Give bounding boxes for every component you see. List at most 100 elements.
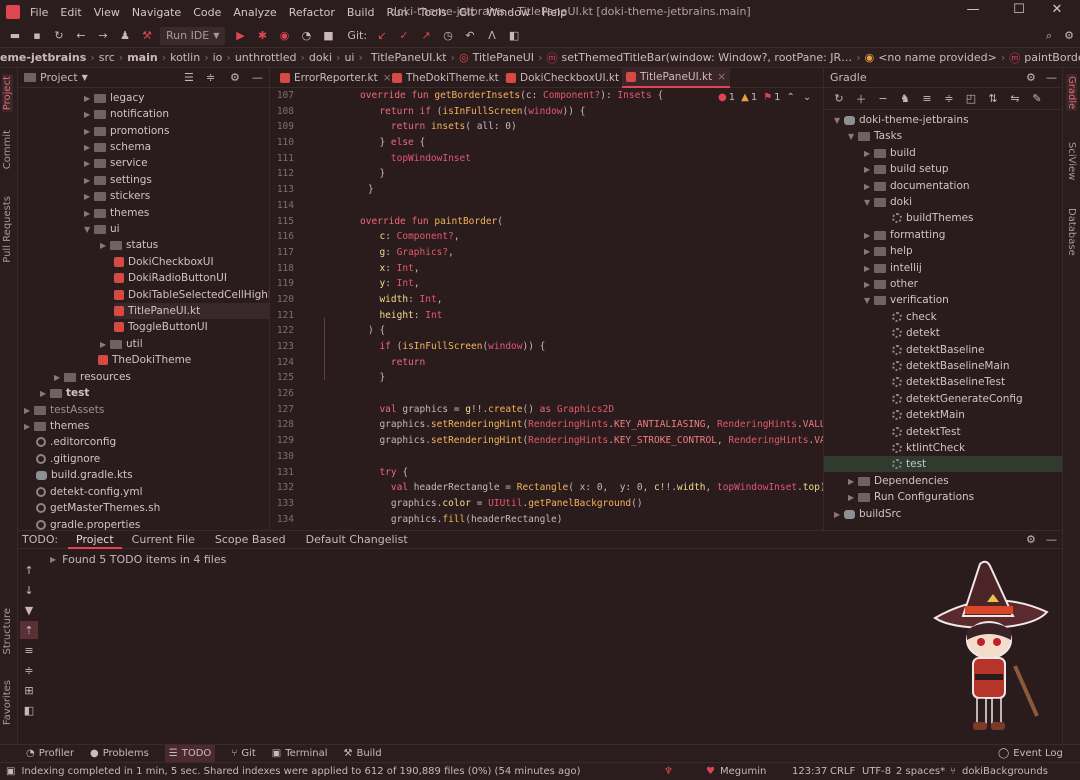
code-line[interactable]: override fun paintBorder( xyxy=(360,214,823,230)
tree-node[interactable]: gradle.properties xyxy=(36,517,140,530)
code-line[interactable] xyxy=(360,449,823,465)
code-editor[interactable]: ErrorReporter.kt× TheDokiTheme.kt× DokiC… xyxy=(270,68,823,530)
arrow-down-icon[interactable]: ↓ xyxy=(20,581,38,599)
user-icon[interactable]: ♟ xyxy=(116,27,134,45)
tool-tab-database[interactable]: Database xyxy=(1066,208,1077,256)
menu-build[interactable]: Build xyxy=(347,6,375,19)
cursor-position[interactable]: 123:37 xyxy=(792,766,827,777)
refresh-icon[interactable]: ↻ xyxy=(50,27,68,45)
tree-node[interactable]: ▶ promotions xyxy=(84,123,169,139)
code-line[interactable]: val headerRectangle = Rectangle( x: 0, y… xyxy=(360,480,823,496)
tree-node[interactable]: build.gradle.kts xyxy=(36,467,133,483)
gradle-task[interactable]: detektTest xyxy=(892,424,961,440)
expand-all-icon[interactable]: ≡ xyxy=(20,641,38,659)
tool-button-event-log[interactable]: ◯ Event Log xyxy=(998,748,1063,759)
tree-node[interactable]: ▶ test xyxy=(40,385,89,401)
gradle-node[interactable]: ▼ Tasks xyxy=(848,128,902,144)
todo-tab-scope-based[interactable]: Scope Based xyxy=(205,533,296,546)
file-encoding[interactable]: UTF-8 xyxy=(862,766,891,777)
minimize-button[interactable]: — xyxy=(950,2,996,22)
tree-node[interactable]: ▶ testAssets xyxy=(24,402,104,418)
gradle-task[interactable]: detektMain xyxy=(892,407,965,423)
save-icon[interactable]: ▪ xyxy=(28,27,46,45)
remove-icon[interactable]: − xyxy=(874,90,892,108)
code-line[interactable]: g: Graphics?, xyxy=(360,245,823,261)
editor-tab[interactable]: DokiCheckboxUI.kt× xyxy=(502,68,637,88)
gradle-node[interactable]: ▶ intellij xyxy=(864,260,922,276)
tree-node[interactable]: ▶ stickers xyxy=(84,188,150,204)
gradle-node[interactable]: ▼ verification xyxy=(864,292,949,308)
git-commit-icon[interactable]: ✓ xyxy=(395,27,413,45)
run-icon[interactable]: ▶ xyxy=(231,27,249,45)
todo-tab-current-file[interactable]: Current File xyxy=(122,533,205,546)
project-panel-title[interactable]: Project xyxy=(40,71,78,84)
code-line[interactable]: if (isInFullScreen(window)) { xyxy=(360,339,823,355)
tree-node[interactable]: getMasterThemes.sh xyxy=(36,500,160,516)
breadcrumb-item[interactable]: ui xyxy=(344,51,354,64)
reload-icon[interactable]: ↻ xyxy=(830,90,848,108)
chevron-down-icon[interactable]: ▼ xyxy=(82,73,88,82)
code-line[interactable]: width: Int, xyxy=(360,292,823,308)
history-icon[interactable]: ◷ xyxy=(439,27,457,45)
filter-icon[interactable]: ▼ xyxy=(20,601,38,619)
code-line[interactable]: } xyxy=(360,182,823,198)
link-icon[interactable]: ⇅ xyxy=(984,90,1002,108)
breadcrumb-item[interactable]: paintBorder(c: Component?, g: Graphics?,… xyxy=(1024,51,1080,64)
gradle-task[interactable]: ktlintCheck xyxy=(892,440,965,456)
theme-name[interactable]: Megumin xyxy=(720,766,766,777)
tool-button-todo[interactable]: ☰ TODO xyxy=(164,745,216,762)
tree-node[interactable]: .gitignore xyxy=(36,451,100,467)
code-line[interactable]: graphics.fill(headerRectangle) xyxy=(360,512,823,528)
code-line[interactable]: } xyxy=(360,166,823,182)
tool-button-profiler[interactable]: ◔ Profiler xyxy=(26,748,74,759)
code-line[interactable]: return xyxy=(360,355,823,371)
tree-node[interactable]: detekt-config.yml xyxy=(36,484,143,500)
settings-icon[interactable]: ⚙ xyxy=(1026,533,1036,546)
breadcrumb-item[interactable]: eme-jetbrains xyxy=(0,51,86,64)
breadcrumb-item[interactable]: src xyxy=(99,51,115,64)
tree-node[interactable]: ▶ resources xyxy=(54,369,131,385)
gradle-task[interactable]: detektGenerateConfig xyxy=(892,391,1023,407)
gradle-task[interactable]: buildThemes xyxy=(892,210,974,226)
debug-icon[interactable]: ✱ xyxy=(253,27,271,45)
tool-tab-favorites[interactable]: Favorites xyxy=(2,680,13,725)
gradle-node[interactable]: ▶ Dependencies xyxy=(848,473,949,489)
gradle-task[interactable]: detektBaselineTest xyxy=(892,374,1005,390)
tree-node[interactable]: ▶ status xyxy=(100,237,158,253)
breadcrumb-item[interactable]: TitlePaneUI.kt xyxy=(371,51,447,64)
tool-tab-gradle[interactable]: Gradle xyxy=(1066,74,1077,112)
stop-icon[interactable]: ■ xyxy=(319,27,337,45)
profile-icon[interactable]: ◔ xyxy=(297,27,315,45)
status-toggle-icon[interactable]: ▣ xyxy=(6,766,15,777)
chevron-right-icon[interactable]: ▶ xyxy=(50,555,56,564)
menu-refactor[interactable]: Refactor xyxy=(289,6,335,19)
run-config-select[interactable]: Run IDE ▼ xyxy=(160,26,226,45)
tree-node[interactable]: ▶ themes xyxy=(84,205,149,221)
search-icon[interactable]: ⌕ xyxy=(1040,27,1058,45)
gradle-node[interactable]: ▶ formatting xyxy=(864,227,945,243)
breadcrumb-item[interactable]: setThemedTitleBar(window: Window?, rootP… xyxy=(561,51,852,64)
gradle-node[interactable]: ▶ documentation xyxy=(864,178,970,194)
git-push-icon[interactable]: ↗ xyxy=(417,27,435,45)
settings-icon[interactable]: ⚙ xyxy=(1060,27,1078,45)
gradle-task[interactable]: check xyxy=(892,309,937,325)
indent-setting[interactable]: 2 spaces* xyxy=(896,766,945,777)
tool-tab-project[interactable]: Project xyxy=(2,74,13,113)
todo-tab-project[interactable]: Project xyxy=(68,531,122,549)
code-line[interactable] xyxy=(360,386,823,402)
editor-tab[interactable]: ErrorReporter.kt × xyxy=(276,68,396,88)
tool-button-terminal[interactable]: ▣ Terminal xyxy=(272,748,328,759)
breadcrumb-item[interactable]: unthrottled xyxy=(235,51,297,64)
gradle-task[interactable]: detektBaselineMain xyxy=(892,358,1009,374)
code-line[interactable]: override fun getBorderInsets(c: Componen… xyxy=(360,88,823,104)
gradle-node[interactable]: ▶ other xyxy=(864,276,918,292)
tool-button-git[interactable]: ⑂ Git xyxy=(231,748,255,759)
tree-node[interactable]: ▶ util xyxy=(100,336,143,352)
offline-icon[interactable]: ⇋ xyxy=(1006,90,1024,108)
editor-tab[interactable]: TheDokiTheme.kt× xyxy=(388,68,517,88)
collapse-all-icon[interactable]: ≑ xyxy=(20,661,38,679)
breadcrumb-item[interactable]: doki xyxy=(309,51,332,64)
tree-node[interactable]: ToggleButtonUI xyxy=(114,319,208,335)
arrow-up-icon[interactable]: ↑ xyxy=(20,561,38,579)
breadcrumb-item[interactable]: kotlin xyxy=(170,51,200,64)
